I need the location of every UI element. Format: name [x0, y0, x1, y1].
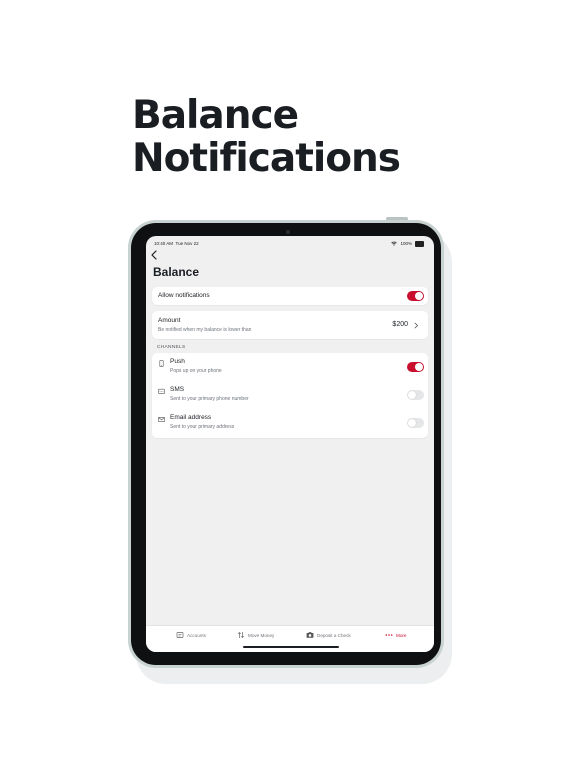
battery-icon [415, 241, 424, 247]
allow-notifications-toggle[interactable] [407, 291, 424, 301]
headline: Balance Notifications [132, 93, 401, 181]
tab-bar: Accounts Move Money Deposit a Check More [146, 625, 434, 652]
app-screen: 10:40 AM Tue Nov 22 100% Balance Allow n… [146, 236, 434, 652]
status-time: 10:40 AM [154, 241, 174, 246]
headline-line-1: Balance [132, 93, 299, 138]
envelope-icon [158, 416, 165, 423]
battery-percent: 100% [400, 241, 412, 247]
tab-move-money[interactable]: Move Money [237, 631, 274, 639]
allow-notifications-row: Allow notifications [152, 287, 428, 305]
amount-title: Amount [158, 317, 181, 324]
allow-notifications-label: Allow notifications [158, 292, 210, 299]
toggle-knob [415, 363, 423, 371]
chevron-right-icon [414, 322, 419, 329]
channels-card: Push Pops up on your phone SMS Sent to y… [152, 353, 428, 438]
tablet-device: 10:40 AM Tue Nov 22 100% Balance Allow n… [128, 220, 444, 668]
status-date: Tue Nov 22 [175, 241, 199, 246]
more-dots-icon [385, 634, 393, 636]
home-indicator[interactable] [243, 646, 339, 648]
tab-accounts-label: Accounts [187, 632, 206, 638]
toggle-knob [408, 419, 416, 427]
camera-icon [286, 230, 290, 234]
push-toggle[interactable] [407, 362, 424, 372]
channel-sms-name: SMS [170, 386, 185, 393]
accounts-icon [176, 632, 184, 638]
tab-more-label: More [396, 632, 407, 638]
headline-line-2: Notifications [132, 136, 401, 181]
channel-email-name: Email address [170, 414, 212, 421]
amount-value: $200 [392, 321, 408, 328]
toggle-knob [408, 391, 416, 399]
sms-toggle[interactable] [407, 390, 424, 400]
tab-more[interactable]: More [385, 631, 406, 639]
back-chevron-icon[interactable] [149, 249, 163, 261]
channel-sms-description: Sent to your primary phone number [170, 396, 249, 402]
email-toggle[interactable] [407, 418, 424, 428]
tablet-bezel: 10:40 AM Tue Nov 22 100% Balance Allow n… [131, 223, 441, 665]
toggle-knob [415, 292, 423, 300]
phone-icon [159, 360, 164, 367]
amount-subtitle: Be notified when my balance is lower tha… [158, 327, 252, 333]
wifi-icon [391, 241, 398, 246]
message-icon [158, 388, 165, 394]
page-title: Balance [153, 265, 200, 279]
tab-deposit-check-label: Deposit a Check [317, 632, 351, 638]
channel-push-description: Pops up on your phone [170, 368, 222, 374]
tab-move-money-label: Move Money [248, 632, 275, 638]
channel-push-name: Push [170, 358, 185, 365]
tab-accounts[interactable]: Accounts [176, 631, 206, 639]
status-bar: 10:40 AM Tue Nov 22 100% [154, 240, 424, 248]
transfer-arrows-icon [238, 632, 244, 638]
amount-row[interactable]: Amount Be notified when my balance is lo… [152, 311, 428, 339]
channels-section-label: CHANNELS [157, 345, 186, 350]
channel-email-description: Sent to your primary address [170, 424, 235, 430]
tab-deposit-check[interactable]: Deposit a Check [306, 631, 351, 639]
camera-icon [306, 632, 314, 638]
